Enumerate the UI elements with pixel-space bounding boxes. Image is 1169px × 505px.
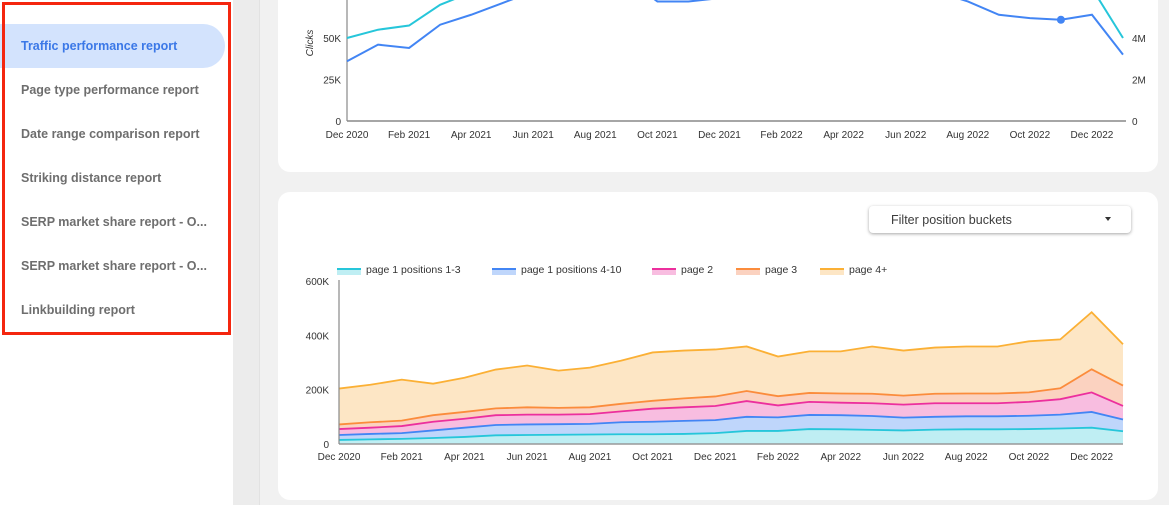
- x-tick-label: Aug 2021: [574, 130, 617, 141]
- x-tick-label: Dec 2020: [318, 452, 361, 463]
- x-tick-label: Feb 2022: [757, 452, 800, 463]
- sidebar-item-linkbuilding-report[interactable]: Linkbuilding report: [0, 288, 225, 332]
- x-tick-label: Oct 2021: [637, 130, 678, 141]
- legend-item[interactable]: page 1 positions 1-3: [337, 264, 461, 276]
- x-tick-label: Jun 2022: [885, 130, 927, 141]
- position-buckets-card: 0 200K 400K 600K Dec 2020 Feb 2021 Apr 2021 Jun…: [278, 192, 1158, 500]
- legend-label: page 1 positions 1-3: [366, 264, 461, 276]
- x-tick-label: Aug 2021: [568, 452, 611, 463]
- y-tick-label: 0: [335, 117, 341, 128]
- x-tick-label: Oct 2022: [1009, 452, 1050, 463]
- x-tick-label: Feb 2021: [381, 452, 424, 463]
- y-tick-label: 50K: [323, 34, 341, 45]
- x-tick-label: Dec 2021: [698, 130, 741, 141]
- sidebar-item-serp-market-share-report-o[interactable]: SERP market share report - O...: [0, 200, 225, 244]
- legend-item[interactable]: page 4+: [820, 264, 887, 276]
- sidebar: Traffic performance report Page type perf…: [0, 0, 233, 505]
- clicks-impressions-card: 025K50K02M4MClicksImpressionsDec 2020Feb…: [278, 0, 1158, 172]
- legend-label: page 1 positions 4-10: [521, 264, 622, 276]
- x-tick-label: Dec 2022: [1070, 452, 1113, 463]
- x-tick-label: Apr 2021: [444, 452, 485, 463]
- x-tick-label: Apr 2022: [823, 130, 864, 141]
- y-tick-label: 600K: [306, 277, 330, 288]
- legend-item[interactable]: page 3: [736, 264, 797, 276]
- x-tick-label: Dec 2022: [1071, 130, 1114, 141]
- clicks-impressions-chart: 025K50K02M4MClicksImpressionsDec 2020Feb…: [305, 0, 1146, 141]
- sidebar-item-striking-distance-report[interactable]: Striking distance report: [0, 156, 225, 200]
- y-right-tick-label: 2M: [1132, 76, 1146, 87]
- y-right-tick-label: 0: [1132, 117, 1138, 128]
- x-tick-label: Feb 2021: [388, 130, 431, 141]
- x-tick-label: Jun 2021: [507, 452, 549, 463]
- x-tick-label: Aug 2022: [946, 130, 989, 141]
- x-tick-label: Feb 2022: [760, 130, 803, 141]
- legend-label: page 3: [765, 264, 797, 276]
- filter-position-buckets-dropdown[interactable]: Filter position buckets: [869, 206, 1131, 233]
- impressions-line: [346, 0, 1124, 39]
- clicks-line: [346, 0, 1124, 63]
- y-axis-title: Clicks: [305, 30, 316, 57]
- x-tick-label: Jun 2021: [513, 130, 555, 141]
- y-tick-label: 25K: [323, 76, 341, 87]
- legend-item[interactable]: page 1 positions 4-10: [492, 264, 622, 276]
- legend-label: page 2: [681, 264, 713, 276]
- page-margin: [1158, 0, 1169, 505]
- legend-label: page 4+: [849, 264, 887, 276]
- caret-down-icon: [1105, 217, 1111, 221]
- sidebar-item-date-range-comparison-report[interactable]: Date range comparison report: [0, 112, 225, 156]
- legend-item[interactable]: page 2: [652, 264, 713, 276]
- sidebar-item-page-type-performance-report[interactable]: Page type performance report: [0, 68, 225, 112]
- clicks-highlight-point[interactable]: [1056, 15, 1065, 24]
- sidebar-item-serp-market-share-report-o[interactable]: SERP market share report - O...: [0, 244, 225, 288]
- x-tick-label: Apr 2021: [451, 130, 492, 141]
- x-tick-label: Aug 2022: [945, 452, 988, 463]
- x-tick-label: Dec 2021: [694, 452, 737, 463]
- y-tick-label: 200K: [306, 386, 330, 397]
- x-tick-label: Oct 2022: [1010, 130, 1051, 141]
- filter-label: Filter position buckets: [891, 213, 1012, 227]
- sidebar-divider[interactable]: [233, 0, 260, 505]
- y-tick-label: 0: [323, 440, 329, 451]
- position-buckets-chart: 0 200K 400K 600K Dec 2020 Feb 2021 Apr 2021 Jun…: [306, 264, 1124, 463]
- y-tick-label: 400K: [306, 331, 330, 342]
- x-tick-label: Apr 2022: [820, 452, 861, 463]
- sidebar-item-traffic-performance-report[interactable]: Traffic performance report: [0, 24, 225, 68]
- x-tick-label: Oct 2021: [632, 452, 673, 463]
- x-tick-label: Jun 2022: [883, 452, 925, 463]
- y-right-tick-label: 4M: [1132, 34, 1146, 45]
- x-tick-label: Dec 2020: [326, 130, 369, 141]
